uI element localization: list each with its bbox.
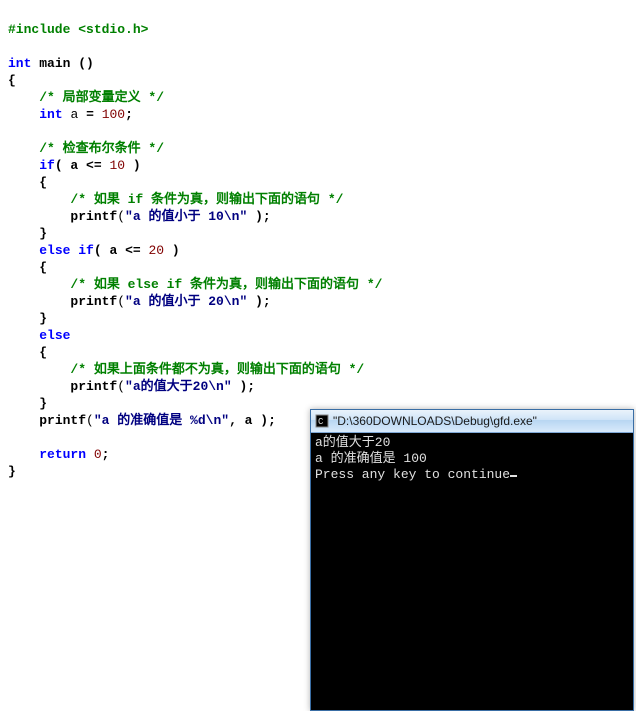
preprocessor-line: #include <stdio.h> [8,22,148,37]
console-titlebar[interactable]: C "D:\360DOWNLOADS\Debug\gfd.exe" [311,410,633,433]
brace: { [8,73,16,88]
comment-vardef: /* 局部变量定义 */ [39,90,164,105]
comment-else: /* 如果上面条件都不为真，则输出下面的语句 */ [70,362,364,377]
console-output: a的值大于20 a 的准确值是 100 Press any key to con… [311,433,633,485]
comment-elseif: /* 如果 else if 条件为真，则输出下面的语句 */ [70,277,382,292]
svg-text:C: C [318,417,324,427]
console-icon: C [315,414,329,428]
kw-int: int [8,56,31,71]
comment-if: /* 如果 if 条件为真，则输出下面的语句 */ [70,192,343,207]
cursor-icon [510,475,517,477]
console-title: "D:\360DOWNLOADS\Debug\gfd.exe" [333,414,537,428]
console-window[interactable]: C "D:\360DOWNLOADS\Debug\gfd.exe" a的值大于2… [310,409,634,711]
main-decl: main () [39,56,94,71]
comment-bool: /* 检查布尔条件 */ [39,141,164,156]
